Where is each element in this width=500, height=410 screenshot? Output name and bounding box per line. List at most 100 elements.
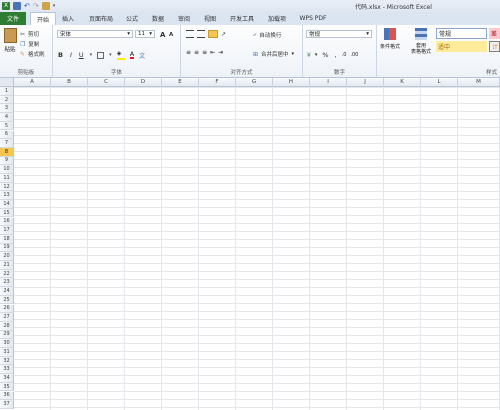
row-header-1[interactable]: 1 [0, 87, 14, 96]
tab-developer[interactable]: 开发工具 [226, 12, 258, 25]
comma-button[interactable]: , [334, 50, 338, 60]
tab-data[interactable]: 数据 [148, 12, 168, 25]
align-top-icon[interactable] [186, 30, 194, 38]
row-header-29[interactable]: 29 [0, 330, 14, 340]
tab-addins[interactable]: 加载项 [264, 12, 290, 25]
style-calculation[interactable]: 计 [489, 41, 500, 52]
tab-home[interactable]: 开始 [30, 12, 56, 26]
style-normal[interactable]: 常规 [436, 28, 487, 39]
column-header-g[interactable]: G [236, 78, 273, 87]
row-header-31[interactable]: 31 [0, 348, 14, 357]
shrink-font-button[interactable]: A [168, 31, 174, 39]
row-header-13[interactable]: 13 [0, 191, 14, 201]
column-header-b[interactable]: B [51, 78, 88, 87]
copy-button[interactable]: ❐ 复制 [20, 39, 40, 49]
row-header-28[interactable]: 28 [0, 321, 14, 331]
tab-review[interactable]: 审阅 [174, 12, 194, 25]
row-header-5[interactable]: 5 [0, 121, 14, 131]
column-header-m[interactable]: M [458, 78, 500, 87]
orientation-icon[interactable]: ↗ [221, 31, 226, 38]
row-header-8[interactable]: 8 [0, 147, 14, 157]
column-header-l[interactable]: L [421, 78, 458, 87]
row-header-6[interactable]: 6 [0, 130, 14, 140]
increase-decimal-icon[interactable]: .0 [342, 52, 347, 58]
column-header-d[interactable]: D [125, 78, 162, 87]
chevron-down-icon[interactable]: ▾ [315, 52, 318, 58]
undo-icon[interactable]: ↶ [24, 2, 30, 10]
row-header-11[interactable]: 11 [0, 174, 14, 183]
row-header-4[interactable]: 4 [0, 113, 14, 122]
align-bottom-icon[interactable] [208, 30, 218, 38]
align-right-icon[interactable]: ≡ [202, 49, 207, 56]
redo-icon[interactable]: ↷ [33, 2, 39, 10]
fill-color-icon[interactable]: ◈ [116, 50, 125, 60]
select-all-corner[interactable] [0, 78, 14, 87]
row-header-32[interactable]: 32 [0, 356, 14, 366]
row-header-25[interactable]: 25 [0, 295, 14, 305]
row-header-20[interactable]: 20 [0, 252, 14, 261]
tab-insert[interactable]: 插入 [57, 12, 79, 25]
cut-button[interactable]: ✂ 剪切 [20, 29, 40, 39]
chevron-down-icon[interactable]: ▾ [90, 52, 93, 58]
font-name-select[interactable]: 宋体 ▾ [57, 30, 133, 38]
column-header-k[interactable]: K [384, 78, 421, 87]
row-header-16[interactable]: 16 [0, 217, 14, 227]
quick-tool-icon[interactable] [41, 2, 50, 10]
bold-button[interactable]: B [57, 50, 64, 60]
grow-font-button[interactable]: A [159, 30, 166, 40]
row-header-37[interactable]: 37 [0, 400, 14, 409]
decrease-decimal-icon[interactable]: .00 [350, 52, 358, 58]
paste-button[interactable]: 粘贴 [3, 28, 17, 54]
column-header-j[interactable]: J [347, 78, 384, 87]
row-header-24[interactable]: 24 [0, 287, 14, 296]
format-painter-button[interactable]: ✎ 格式刷 [20, 49, 46, 59]
tab-page-layout[interactable]: 页面布局 [84, 12, 118, 25]
italic-button[interactable]: I [69, 50, 73, 60]
increase-indent-icon[interactable]: ⇥ [218, 49, 223, 56]
row-header-35[interactable]: 35 [0, 382, 14, 392]
worksheet[interactable]: ABCDEFGHIJKLM 1 2 3 4 5 6 7 8 9 10 11 12 13 14 15 16 17 1… [0, 78, 500, 410]
row-header-10[interactable]: 10 [0, 165, 14, 174]
number-format-select[interactable]: 常规 ▾ [306, 30, 372, 38]
row-header-19[interactable]: 19 [0, 243, 14, 253]
tab-formulas[interactable]: 公式 [122, 12, 142, 25]
tab-wps-pdf[interactable]: WPS PDF [296, 12, 330, 25]
row-header-2[interactable]: 2 [0, 95, 14, 105]
row-header-27[interactable]: 27 [0, 313, 14, 322]
font-color-icon[interactable]: A [129, 51, 135, 59]
tab-file[interactable]: 文件 [0, 12, 26, 25]
row-header-22[interactable]: 22 [0, 269, 14, 279]
row-header-3[interactable]: 3 [0, 104, 14, 114]
save-icon[interactable] [13, 2, 21, 10]
customize-quick-access-icon[interactable]: ▾ [53, 3, 56, 9]
row-header-23[interactable]: 23 [0, 278, 14, 288]
currency-icon[interactable]: ¥ [307, 52, 311, 59]
merge-center-button[interactable]: ⊞ 合并后居中 ▾ [253, 49, 294, 59]
column-header-i[interactable]: I [310, 78, 347, 87]
font-size-select[interactable]: 11 ▾ [135, 30, 155, 38]
style-bad[interactable]: 差 [489, 28, 500, 39]
row-header-36[interactable]: 36 [0, 391, 14, 401]
align-left-icon[interactable]: ≡ [186, 49, 191, 56]
row-header-7[interactable]: 7 [0, 139, 14, 148]
column-header-c[interactable]: C [88, 78, 125, 87]
format-as-table-button[interactable]: 套用 表格格式 [407, 28, 435, 55]
row-header-14[interactable]: 14 [0, 200, 14, 209]
row-header-34[interactable]: 34 [0, 374, 14, 383]
row-header-9[interactable]: 9 [0, 156, 14, 166]
row-header-21[interactable]: 21 [0, 261, 14, 270]
column-header-a[interactable]: A [14, 78, 51, 87]
decrease-indent-icon[interactable]: ⇤ [210, 49, 215, 56]
align-middle-icon[interactable] [197, 30, 205, 38]
row-header-15[interactable]: 15 [0, 208, 14, 218]
percent-button[interactable]: % [321, 50, 329, 60]
row-header-12[interactable]: 12 [0, 182, 14, 192]
tab-view[interactable]: 视图 [200, 12, 220, 25]
row-header-26[interactable]: 26 [0, 304, 14, 314]
align-center-icon[interactable]: ≡ [194, 49, 199, 56]
style-neutral[interactable]: 适中 [436, 41, 487, 52]
row-header-33[interactable]: 33 [0, 365, 14, 375]
border-icon[interactable] [97, 51, 105, 59]
row-header-17[interactable]: 17 [0, 226, 14, 235]
conditional-format-button[interactable]: 条件格式 [379, 28, 401, 50]
